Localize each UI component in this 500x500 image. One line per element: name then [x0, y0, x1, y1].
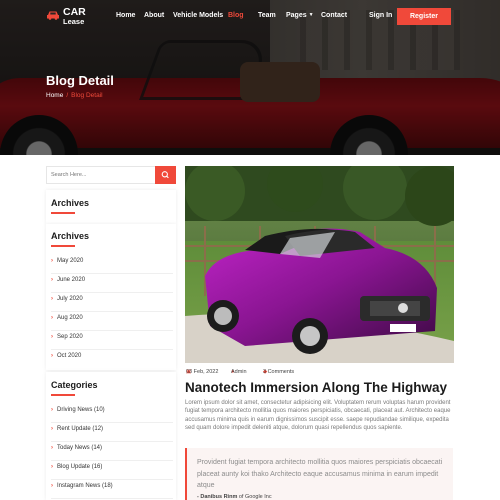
archive-item-june-2020[interactable]: › June 2020 [51, 274, 173, 293]
quote-author-name: - Danibus Rinm [197, 494, 238, 500]
archive-item-label: May 2020 [57, 258, 84, 264]
archive-item-may-2020[interactable]: › May 2020 [51, 255, 173, 274]
post-comments-label: 3 Comments [263, 369, 295, 375]
register-button[interactable]: Register [397, 8, 451, 25]
category-item-label: Today News (14) [57, 445, 103, 451]
chevron-right-icon: › [51, 353, 53, 359]
breadcrumb-current: Blog Detail [71, 92, 103, 99]
categories-title: Categories [51, 380, 98, 396]
chevron-down-icon: ▼ [308, 12, 314, 18]
chevron-right-icon: › [51, 464, 53, 470]
archive-item-aug-2020[interactable]: › Aug 2020 [51, 312, 173, 331]
nav-item-team[interactable]: Team [258, 12, 276, 19]
post-featured-image [185, 166, 454, 363]
chevron-right-icon: › [51, 296, 53, 302]
breadcrumb-separator: / [66, 92, 69, 99]
search-icon [161, 171, 169, 179]
archive-item-label: July 2020 [57, 296, 83, 302]
search-box [46, 166, 176, 184]
sign-in-link[interactable]: Sign In [369, 12, 392, 19]
car-photo [185, 166, 454, 363]
chevron-right-icon: › [51, 483, 53, 489]
chevron-right-icon: › [51, 258, 53, 264]
category-item-label: Instagram News (18) [57, 483, 113, 489]
nav-item-pages-label: Pages [286, 12, 307, 19]
category-item-label: Driving News (10) [57, 407, 105, 413]
category-item-today-news[interactable]: › Today News (14) [51, 442, 173, 461]
chevron-right-icon: › [51, 315, 53, 321]
category-item-label: Rent Update (12) [57, 426, 104, 432]
chevron-right-icon: › [51, 426, 53, 432]
post-date-label: 03 Feb, 2022 [186, 369, 219, 375]
chevron-right-icon: › [51, 334, 53, 340]
chevron-right-icon: › [51, 445, 53, 451]
quote-text: Provident fugiat tempora architecto moll… [197, 459, 443, 489]
page-title: Blog Detail [46, 73, 114, 88]
search-button[interactable] [155, 166, 176, 184]
nav-item-vehicle-models[interactable]: Vehicle Models [173, 12, 223, 19]
archive-item-label: June 2020 [57, 277, 86, 283]
category-item-label: Blog Update (16) [57, 464, 103, 470]
nav-item-contact[interactable]: Contact [321, 12, 347, 19]
post-author-label: Admin [231, 369, 247, 375]
archives-title-2: Archives [51, 231, 90, 247]
post-body: Lorem ipsum dolor sit amet, consectetur … [185, 400, 451, 432]
nav-item-pages[interactable]: Pages ▼ [286, 12, 314, 19]
category-item-rent-update[interactable]: › Rent Update (12) [51, 423, 173, 442]
car-icon [47, 11, 59, 20]
search-input[interactable] [47, 167, 157, 183]
archive-item-july-2020[interactable]: › July 2020 [51, 293, 173, 312]
archive-item-label: Oct 2020 [57, 353, 82, 359]
brand-name-line1: CAR [63, 6, 86, 18]
nav-item-blog[interactable]: Blog [228, 12, 244, 19]
archives-title-1: Archives [51, 198, 90, 214]
category-item-driving-news[interactable]: › Driving News (10) [51, 404, 173, 423]
quote-author: - Danibus Rinm of Google Inc [197, 494, 272, 500]
breadcrumb: Home / Blog Detail [46, 92, 103, 99]
post-title: Nanotech Immersion Along The Highway [185, 380, 448, 395]
nav-item-about[interactable]: About [144, 12, 164, 19]
nav-item-home[interactable]: Home [116, 12, 135, 19]
archive-item-label: Sep 2020 [57, 334, 83, 340]
archive-item-label: Aug 2020 [57, 315, 83, 321]
category-item-blog-update[interactable]: › Blog Update (16) [51, 461, 173, 480]
archive-item-oct-2020[interactable]: › Oct 2020 [51, 350, 173, 369]
archive-item-sep-2020[interactable]: › Sep 2020 [51, 331, 173, 350]
blockquote: Provident fugiat tempora architecto moll… [185, 448, 453, 500]
top-navbar: CAR Lease Home About Vehicle Models Blog… [0, 0, 500, 34]
chevron-right-icon: › [51, 407, 53, 413]
chevron-right-icon: › [51, 277, 53, 283]
brand-name-line2: Lease [63, 17, 85, 26]
quote-author-org: of Google Inc [237, 494, 272, 500]
brand-logo[interactable]: CAR Lease [46, 6, 96, 28]
breadcrumb-home[interactable]: Home [46, 92, 63, 99]
category-item-instagram-news[interactable]: › Instagram News (18) [51, 480, 173, 499]
